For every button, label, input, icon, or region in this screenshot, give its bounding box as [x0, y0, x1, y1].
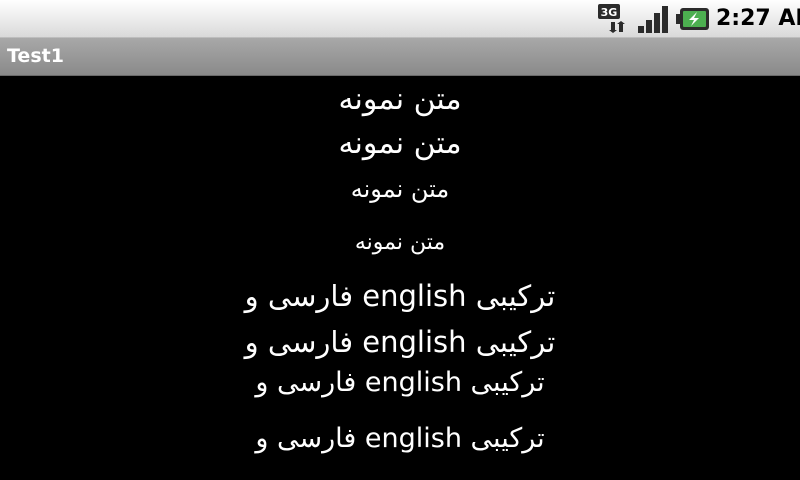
mixed-text-line-1: ترکیبی english فارسی و	[244, 279, 556, 313]
app-title-bar: Test1	[0, 38, 800, 76]
svg-text:3G: 3G	[601, 6, 618, 19]
signal-strength-icon	[638, 6, 668, 33]
sample-text-line-3: متن نمونه	[350, 175, 450, 203]
content-area: متن نمونه متن نمونه متن نمونه متن نمونه …	[0, 76, 800, 480]
battery-charging-icon	[676, 8, 709, 30]
app-title: Test1	[7, 45, 64, 67]
sample-text-line-1: متن نمونه	[338, 82, 462, 117]
status-bar: 3G 2:27 AM	[0, 0, 800, 38]
mixed-text-line-4: ترکیبی english فارسی و	[255, 423, 545, 454]
mixed-text-line-2: ترکیبی english فارسی و	[244, 325, 556, 359]
sample-text-line-4: متن نمونه	[354, 230, 446, 255]
sample-text-line-2: متن نمونه	[338, 126, 462, 161]
3g-data-transfer-icon: 3G	[598, 4, 625, 33]
status-clock: 2:27 AM	[716, 6, 800, 31]
mixed-text-line-3: ترکیبی english فارسی و	[255, 367, 545, 398]
